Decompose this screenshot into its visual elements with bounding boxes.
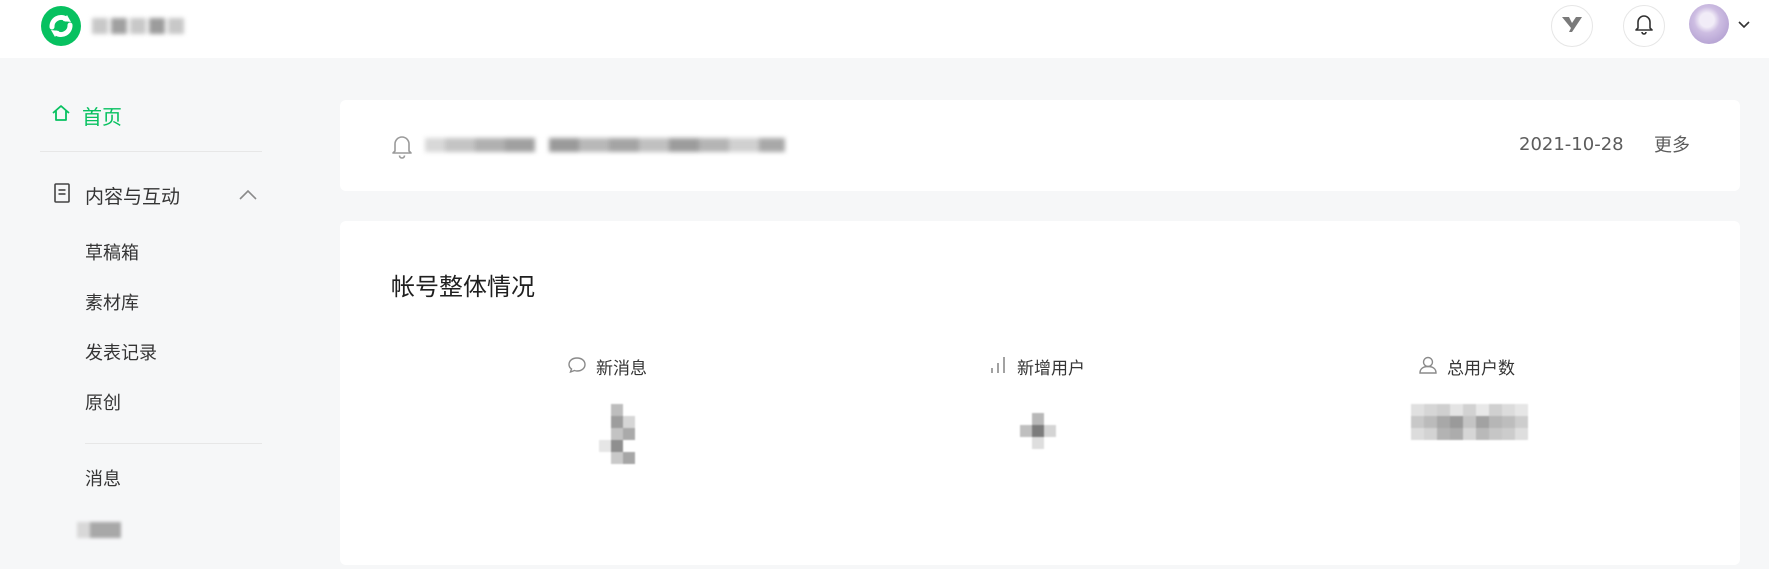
bell-icon <box>390 133 414 163</box>
chevron-down-icon[interactable] <box>1733 14 1755 36</box>
notice-card: 2021-10-28 更多 <box>340 100 1740 191</box>
partner-app-button[interactable] <box>1551 5 1593 47</box>
sidebar-item-home[interactable]: 首页 <box>51 100 122 130</box>
sidebar: 首页 内容与互动 草稿箱 素材库 发表记录 原创 消息 <box>0 58 300 569</box>
user-icon <box>1418 355 1438 379</box>
stat-new-messages[interactable]: 新消息 <box>567 354 647 379</box>
sidebar-item-drafts[interactable]: 草稿箱 <box>85 241 139 267</box>
sidebar-item-label: 首页 <box>82 104 122 129</box>
sidebar-divider <box>85 443 262 444</box>
wechat-official-logo-icon[interactable] <box>40 5 82 47</box>
sidebar-item-messages[interactable]: 消息 <box>85 467 121 493</box>
home-icon <box>51 103 71 127</box>
chat-bubble-icon <box>567 356 587 378</box>
stat-value-redacted <box>1020 413 1056 449</box>
sidebar-item-library[interactable]: 素材库 <box>85 291 139 317</box>
more-link[interactable]: 更多 <box>1654 131 1690 157</box>
stat-new-users[interactable]: 新增用户 <box>988 354 1085 379</box>
sidebar-item-original[interactable]: 原创 <box>85 391 121 417</box>
sidebar-item-publish-records[interactable]: 发表记录 <box>85 341 157 367</box>
section-title: 帐号整体情况 <box>391 273 535 301</box>
stat-value-redacted <box>1411 404 1528 440</box>
notice-text-redacted[interactable] <box>425 134 795 156</box>
top-bar <box>0 0 1769 58</box>
account-overview-card: 帐号整体情况 新消息 新增用户 总用户数 <box>340 221 1740 565</box>
stat-label: 新消息 <box>596 359 647 379</box>
stat-label: 总用户数 <box>1447 359 1515 379</box>
sidebar-divider <box>40 151 262 152</box>
account-name-redacted <box>92 8 192 44</box>
stat-label: 新增用户 <box>1017 359 1085 379</box>
chevron-up-icon[interactable] <box>238 186 258 205</box>
stat-value-redacted <box>599 404 635 464</box>
bell-icon <box>1634 13 1654 39</box>
notice-date: 2021-10-28 <box>1519 134 1624 155</box>
notifications-button[interactable] <box>1623 5 1665 47</box>
avatar[interactable] <box>1689 4 1729 44</box>
y-brand-icon <box>1560 14 1584 38</box>
sidebar-group-label: 内容与互动 <box>85 185 181 208</box>
sidebar-group-content[interactable]: 内容与互动 <box>53 180 258 210</box>
document-icon <box>53 182 71 208</box>
stat-total-users[interactable]: 总用户数 <box>1418 354 1515 379</box>
sidebar-item-redacted[interactable] <box>77 522 121 538</box>
bar-chart-icon <box>988 355 1008 379</box>
